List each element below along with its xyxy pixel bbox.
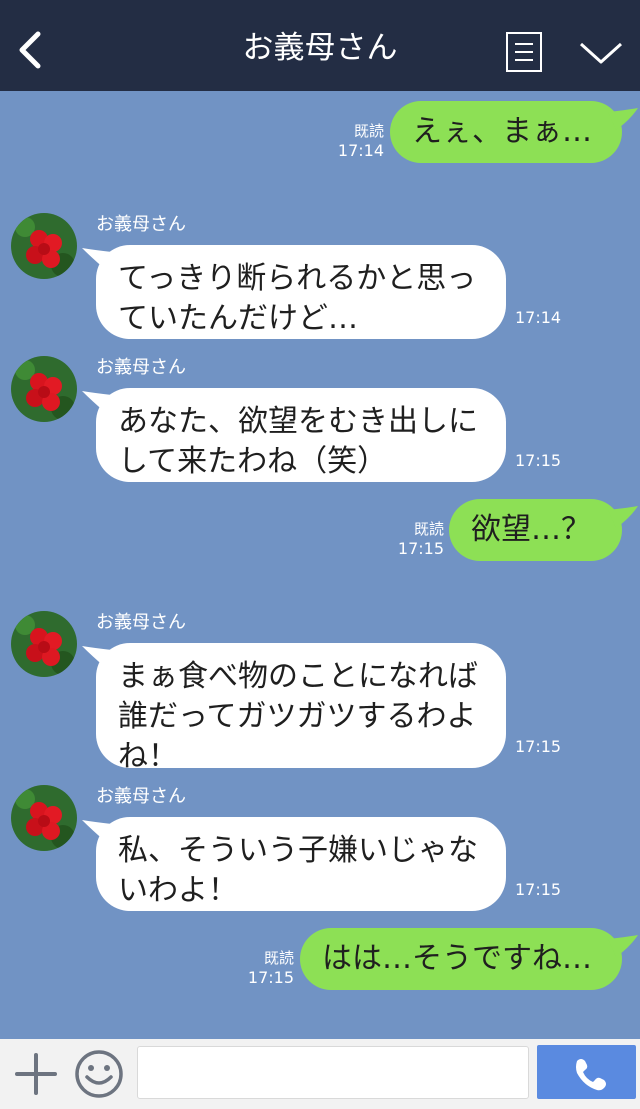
message-meta: 既読 17:14 (330, 121, 384, 161)
message-line: いわよ！ (118, 873, 238, 908)
message-text: 欲望…？ (471, 512, 591, 547)
message-line: ていたんだけど… (118, 301, 358, 336)
my-message-bubble[interactable]: 欲望…？ (449, 499, 622, 561)
sender-name: お義母さん (96, 786, 186, 807)
chat-header: お義母さん (0, 0, 640, 91)
message-line: あなた、欲望をむき出しに (118, 404, 478, 439)
avatar[interactable] (11, 785, 77, 851)
message-text: えぇ、まぁ… (412, 114, 592, 149)
list-icon[interactable] (506, 32, 542, 72)
message-time: 17:15 (515, 880, 562, 899)
bubble-tail (608, 506, 638, 528)
message-input[interactable] (137, 1046, 529, 1099)
message-line: して来たわね（笑） (118, 444, 388, 479)
avatar[interactable] (11, 611, 77, 677)
sender-name: お義母さん (96, 214, 186, 235)
composer-bar (0, 1039, 640, 1109)
phone-icon (576, 1059, 606, 1091)
avatar-image (11, 785, 77, 851)
message-time: 17:15 (515, 451, 562, 470)
message-line: まぁ食べ物のことになれば (118, 659, 478, 694)
message-time: 17:14 (515, 308, 562, 327)
avatar[interactable] (11, 356, 77, 422)
message-time: 17:14 (337, 141, 384, 160)
message-line: てっきり断られるかと思っ (118, 261, 477, 296)
avatar-image (11, 213, 77, 279)
read-receipt: 既読 (263, 949, 294, 967)
their-message-bubble[interactable]: あなた、欲望をむき出しに して来たわね（笑） (96, 388, 506, 482)
my-message-bubble[interactable]: えぇ、まぁ… (390, 101, 622, 163)
message-line: 誰だってガツガツするわよ (118, 699, 477, 734)
message-time: 17:15 (515, 737, 562, 756)
bubble-tail (608, 935, 638, 957)
message-line: 私、そういう子嫌いじゃな (118, 833, 478, 868)
their-message-bubble[interactable]: 私、そういう子嫌いじゃな いわよ！ (96, 817, 506, 911)
message-time: 17:15 (397, 539, 444, 558)
avatar[interactable] (11, 213, 77, 279)
read-receipt: 既読 (353, 122, 384, 140)
read-receipt: 既読 (413, 520, 444, 538)
plus-icon[interactable] (15, 1053, 57, 1095)
sender-name: お義母さん (96, 612, 186, 633)
message-meta: 既読 17:15 (390, 519, 444, 559)
call-button[interactable] (537, 1045, 636, 1099)
message-time: 17:15 (247, 968, 294, 987)
their-message-bubble[interactable]: まぁ食べ物のことになれば 誰だってガツガツするわよ ね！ (96, 643, 506, 774)
their-message-bubble[interactable]: てっきり断られるかと思っ ていたんだけど… (96, 245, 506, 339)
my-message-bubble[interactable]: はは…そうですね… (300, 928, 622, 990)
bubble-tail (608, 108, 638, 130)
sender-name: お義母さん (96, 357, 186, 378)
message-line: ね！ (118, 739, 178, 774)
chevron-down-icon[interactable] (578, 38, 624, 68)
chat-title: お義母さん (242, 30, 398, 66)
message-meta: 既読 17:15 (240, 948, 294, 988)
message-text: はは…そうですね… (322, 941, 592, 976)
avatar-image (11, 356, 77, 422)
smiley-icon[interactable] (74, 1049, 124, 1099)
avatar-image (11, 611, 77, 677)
